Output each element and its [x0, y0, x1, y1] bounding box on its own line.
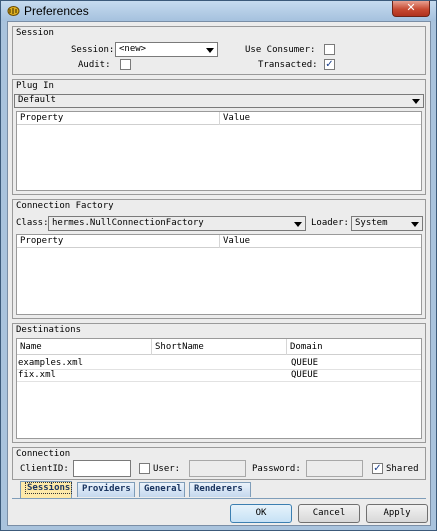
plugin-combo[interactable]: Default — [14, 94, 424, 108]
plugin-panel: Plug In Default Property Value — [12, 79, 426, 195]
client-area: Session Session: <new> Use Consumer: Aud… — [7, 21, 431, 526]
audit-checkbox[interactable] — [120, 59, 131, 70]
column-header-property[interactable]: Property — [17, 235, 220, 248]
connection-factory-panel: Connection Factory Class: hermes.NullCon… — [12, 199, 426, 319]
class-combo-value: hermes.NullConnectionFactory — [52, 218, 204, 228]
row-name: examples.xml — [18, 358, 84, 368]
ok-button[interactable]: OK — [230, 504, 292, 523]
password-input[interactable] — [306, 460, 363, 477]
class-combo[interactable]: hermes.NullConnectionFactory — [48, 216, 306, 231]
destinations-panel: Destinations Name ShortName Domain examp… — [12, 323, 426, 443]
tab-providers[interactable]: Providers — [77, 482, 135, 497]
chevron-down-icon — [294, 222, 302, 227]
session-panel: Session Session: <new> Use Consumer: Aud… — [12, 26, 426, 75]
session-panel-title: Session — [16, 28, 54, 38]
table-header: Property Value — [17, 112, 421, 125]
window-title: Preferences — [24, 4, 89, 18]
destinations-panel-title: Destinations — [16, 325, 82, 335]
chevron-down-icon — [206, 48, 214, 53]
title-bar[interactable]: Preferences ✕ — [1, 1, 436, 21]
preferences-window: Preferences ✕ Session Session: <new> Use… — [0, 0, 437, 531]
audit-label: Audit: — [78, 60, 111, 70]
session-label: Session: — [71, 45, 115, 55]
client-id-input[interactable] — [73, 460, 131, 477]
chevron-down-icon — [411, 222, 419, 227]
transacted-checkbox[interactable]: ✓ — [324, 59, 335, 70]
apply-button[interactable]: Apply — [366, 504, 428, 523]
plugin-panel-title: Plug In — [16, 81, 54, 91]
row-domain: QUEUE — [291, 370, 319, 380]
row-divider — [17, 381, 421, 382]
column-header-property[interactable]: Property — [17, 112, 220, 125]
row-divider — [17, 369, 421, 370]
tab-sessions[interactable]: Sessions — [20, 481, 73, 498]
shared-label: Shared — [386, 464, 419, 474]
connection-factory-properties-table[interactable]: Property Value — [16, 234, 422, 315]
shared-checkbox[interactable]: ✓ — [372, 463, 383, 474]
plugin-properties-table[interactable]: Property Value — [16, 111, 422, 191]
user-label: User: — [153, 464, 181, 474]
row-domain: QUEUE — [291, 358, 319, 368]
tab-divider — [12, 498, 426, 499]
session-combo[interactable]: <new> — [115, 42, 218, 57]
table-header: Name ShortName Domain — [17, 339, 421, 355]
destinations-table[interactable]: Name ShortName Domain examples.xml QUEUE… — [16, 338, 422, 439]
connection-panel-title: Connection — [16, 449, 71, 459]
session-combo-value: <new> — [119, 44, 147, 54]
tab-general[interactable]: General — [139, 482, 185, 497]
column-header-value[interactable]: Value — [220, 235, 423, 248]
row-name: fix.xml — [18, 370, 56, 380]
plugin-combo-value: Default — [18, 95, 56, 105]
loader-combo[interactable]: System — [351, 216, 423, 231]
column-header-name[interactable]: Name — [17, 339, 152, 355]
use-consumer-label: Use Consumer: — [245, 45, 316, 55]
connection-factory-panel-title: Connection Factory — [16, 201, 114, 211]
column-header-value[interactable]: Value — [220, 112, 423, 125]
column-header-domain[interactable]: Domain — [287, 339, 423, 355]
cancel-button[interactable]: Cancel — [298, 504, 360, 523]
loader-label: Loader: — [311, 218, 349, 228]
loader-combo-value: System — [355, 218, 388, 228]
use-consumer-checkbox[interactable] — [324, 44, 335, 55]
table-header: Property Value — [17, 235, 421, 248]
class-label: Class: — [16, 218, 49, 228]
password-label: Password: — [252, 464, 301, 474]
client-id-label: ClientID: — [20, 464, 69, 474]
transacted-label: Transacted: — [258, 60, 318, 70]
close-button[interactable]: ✕ — [392, 1, 430, 17]
app-icon — [7, 6, 20, 16]
connection-panel: Connection ClientID: User: Password: ✓ S… — [12, 447, 426, 480]
user-checkbox[interactable] — [139, 463, 150, 474]
column-header-shortname[interactable]: ShortName — [152, 339, 287, 355]
user-input[interactable] — [189, 460, 246, 477]
chevron-down-icon — [412, 99, 420, 104]
tab-renderers[interactable]: Renderers — [189, 482, 251, 497]
